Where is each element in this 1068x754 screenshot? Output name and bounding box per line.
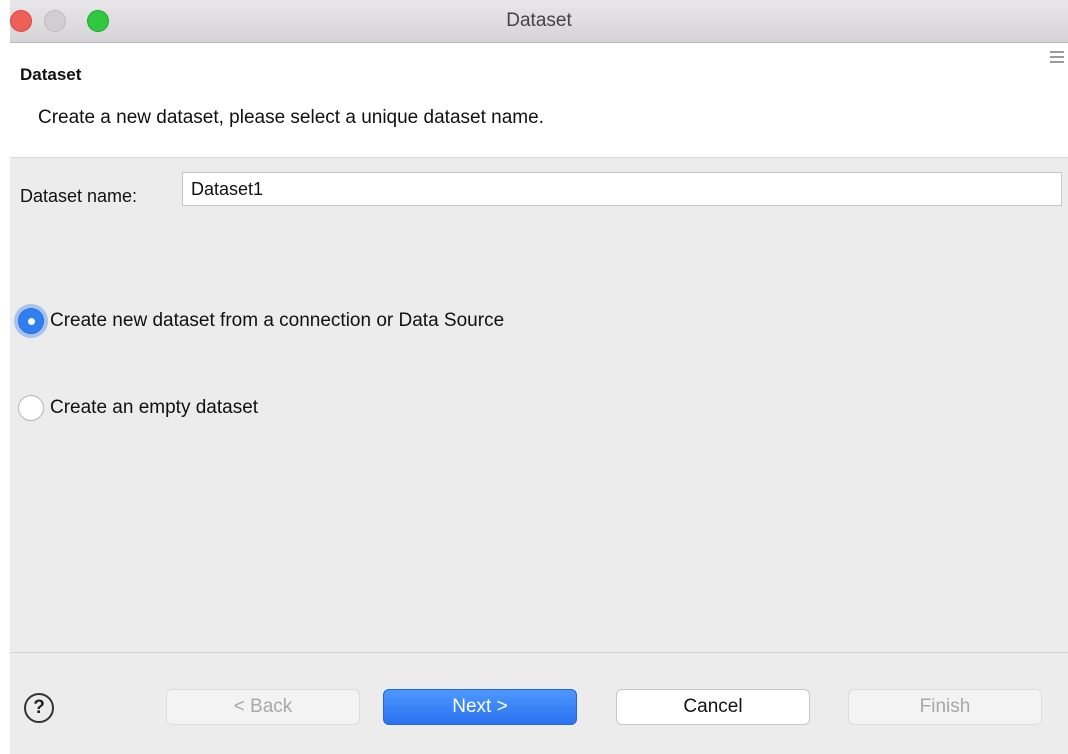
next-button[interactable]: Next > bbox=[383, 689, 577, 725]
radio-unselected-icon[interactable] bbox=[18, 395, 44, 421]
dataset-name-label: Dataset name: bbox=[20, 186, 138, 206]
wizard-footer: ? < Back Next > Cancel Finish bbox=[10, 652, 1068, 754]
option-empty-dataset[interactable]: Create an empty dataset bbox=[18, 395, 258, 421]
window-title: Dataset bbox=[506, 10, 572, 31]
title-bar: Dataset bbox=[10, 0, 1068, 43]
dataset-name-input[interactable] bbox=[182, 172, 1062, 206]
cancel-button[interactable]: Cancel bbox=[616, 689, 810, 725]
back-button[interactable]: < Back bbox=[166, 689, 360, 725]
wizard-body: Dataset name: Create new dataset from a … bbox=[10, 158, 1068, 650]
option-empty-dataset-label: Create an empty dataset bbox=[50, 397, 259, 418]
wizard-header: Dataset Create a new dataset, please sel… bbox=[10, 43, 1068, 158]
page-title: Dataset bbox=[20, 65, 82, 84]
radio-selected-icon[interactable] bbox=[18, 308, 44, 334]
option-from-connection[interactable]: Create new dataset from a connection or … bbox=[18, 308, 504, 334]
menu-icon[interactable] bbox=[1050, 51, 1064, 67]
dataset-dialog: Dataset Dataset Create a new dataset, pl… bbox=[10, 0, 1068, 754]
option-from-connection-label: Create new dataset from a connection or … bbox=[50, 310, 505, 331]
finish-button[interactable]: Finish bbox=[848, 689, 1042, 725]
page-description: Create a new dataset, please select a un… bbox=[38, 107, 544, 128]
help-icon[interactable]: ? bbox=[24, 693, 54, 723]
